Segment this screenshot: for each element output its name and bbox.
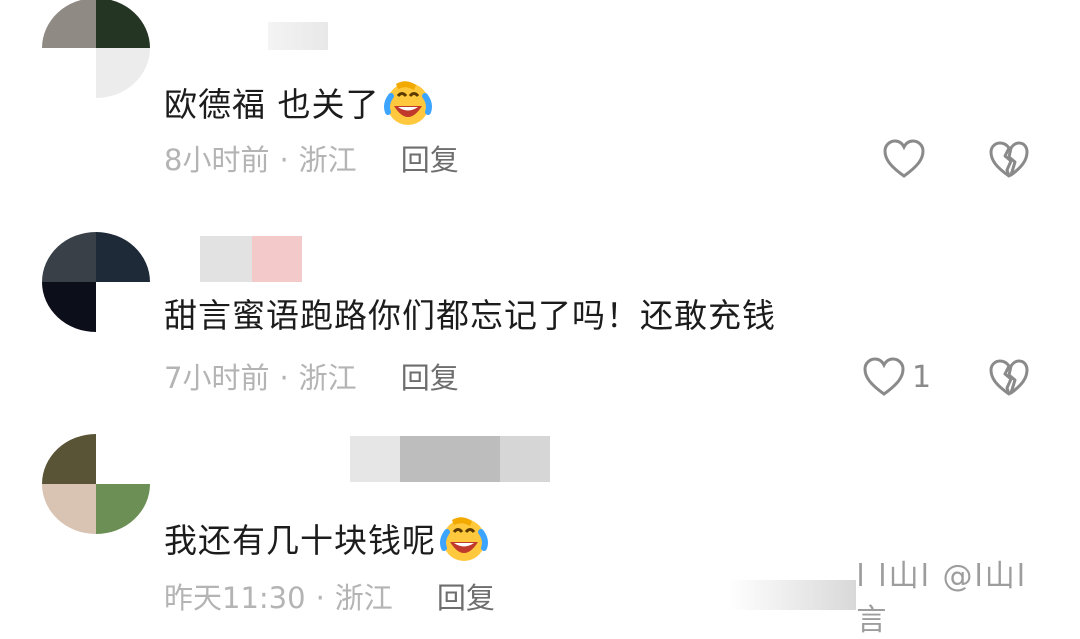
- comment-time: 7小时前: [164, 361, 270, 395]
- comment-meta: 7小时前 · 浙江 回复: [164, 358, 459, 398]
- comment-location: 浙江: [298, 361, 357, 395]
- reply-button[interactable]: 回复: [401, 143, 459, 177]
- avatar[interactable]: [42, 434, 150, 534]
- comment-text-content: 我还有几十块钱呢: [164, 521, 436, 560]
- dislike-button[interactable]: [988, 358, 1030, 398]
- like-button[interactable]: 1: [862, 356, 931, 398]
- meta-separator: ·: [279, 143, 289, 177]
- comment-text: 欧德福 也关了: [164, 76, 434, 128]
- watermark-text: l l山l @l山l 言: [856, 559, 1028, 638]
- comment-location: 浙江: [298, 143, 357, 177]
- comment-text-content: 欧德福 也关了: [164, 85, 380, 124]
- broken-heart-icon: [989, 141, 1029, 178]
- comment-text: 我还有几十块钱呢: [164, 512, 490, 564]
- username-redacted[interactable]: [150, 236, 302, 282]
- watermark: l l山l @l山l 言: [728, 559, 1068, 638]
- like-button[interactable]: [882, 138, 932, 180]
- heart-outline-icon: [883, 139, 925, 178]
- comment-meta: 8小时前 · 浙江 回复: [164, 140, 459, 180]
- laughing-crying-emoji-icon: [440, 517, 488, 561]
- reply-button[interactable]: 回复: [401, 361, 459, 395]
- comment-meta: 昨天11:30 · 浙江 回复: [164, 578, 495, 618]
- username-redacted[interactable]: [268, 22, 328, 50]
- comment-time: 昨天11:30: [164, 581, 306, 615]
- dislike-button[interactable]: [988, 140, 1030, 180]
- avatar[interactable]: [42, 0, 150, 98]
- comment-text: 甜言蜜语跑路你们都忘记了吗！还敢充钱: [164, 294, 776, 338]
- heart-outline-icon: [863, 357, 905, 396]
- watermark-fade: [728, 580, 857, 610]
- laughing-crying-emoji-icon: [383, 81, 432, 125]
- avatar[interactable]: [42, 232, 150, 332]
- reply-button[interactable]: 回复: [437, 581, 495, 615]
- username-redacted[interactable]: [350, 436, 550, 482]
- comment-time: 8小时前: [164, 143, 270, 177]
- comment-text-content: 甜言蜜语跑路你们都忘记了吗！还敢充钱: [164, 296, 776, 335]
- broken-heart-icon: [989, 359, 1029, 396]
- meta-separator: ·: [315, 581, 325, 615]
- comment-location: 浙江: [334, 581, 393, 615]
- meta-separator: ·: [279, 361, 289, 395]
- like-count: 1: [912, 359, 932, 395]
